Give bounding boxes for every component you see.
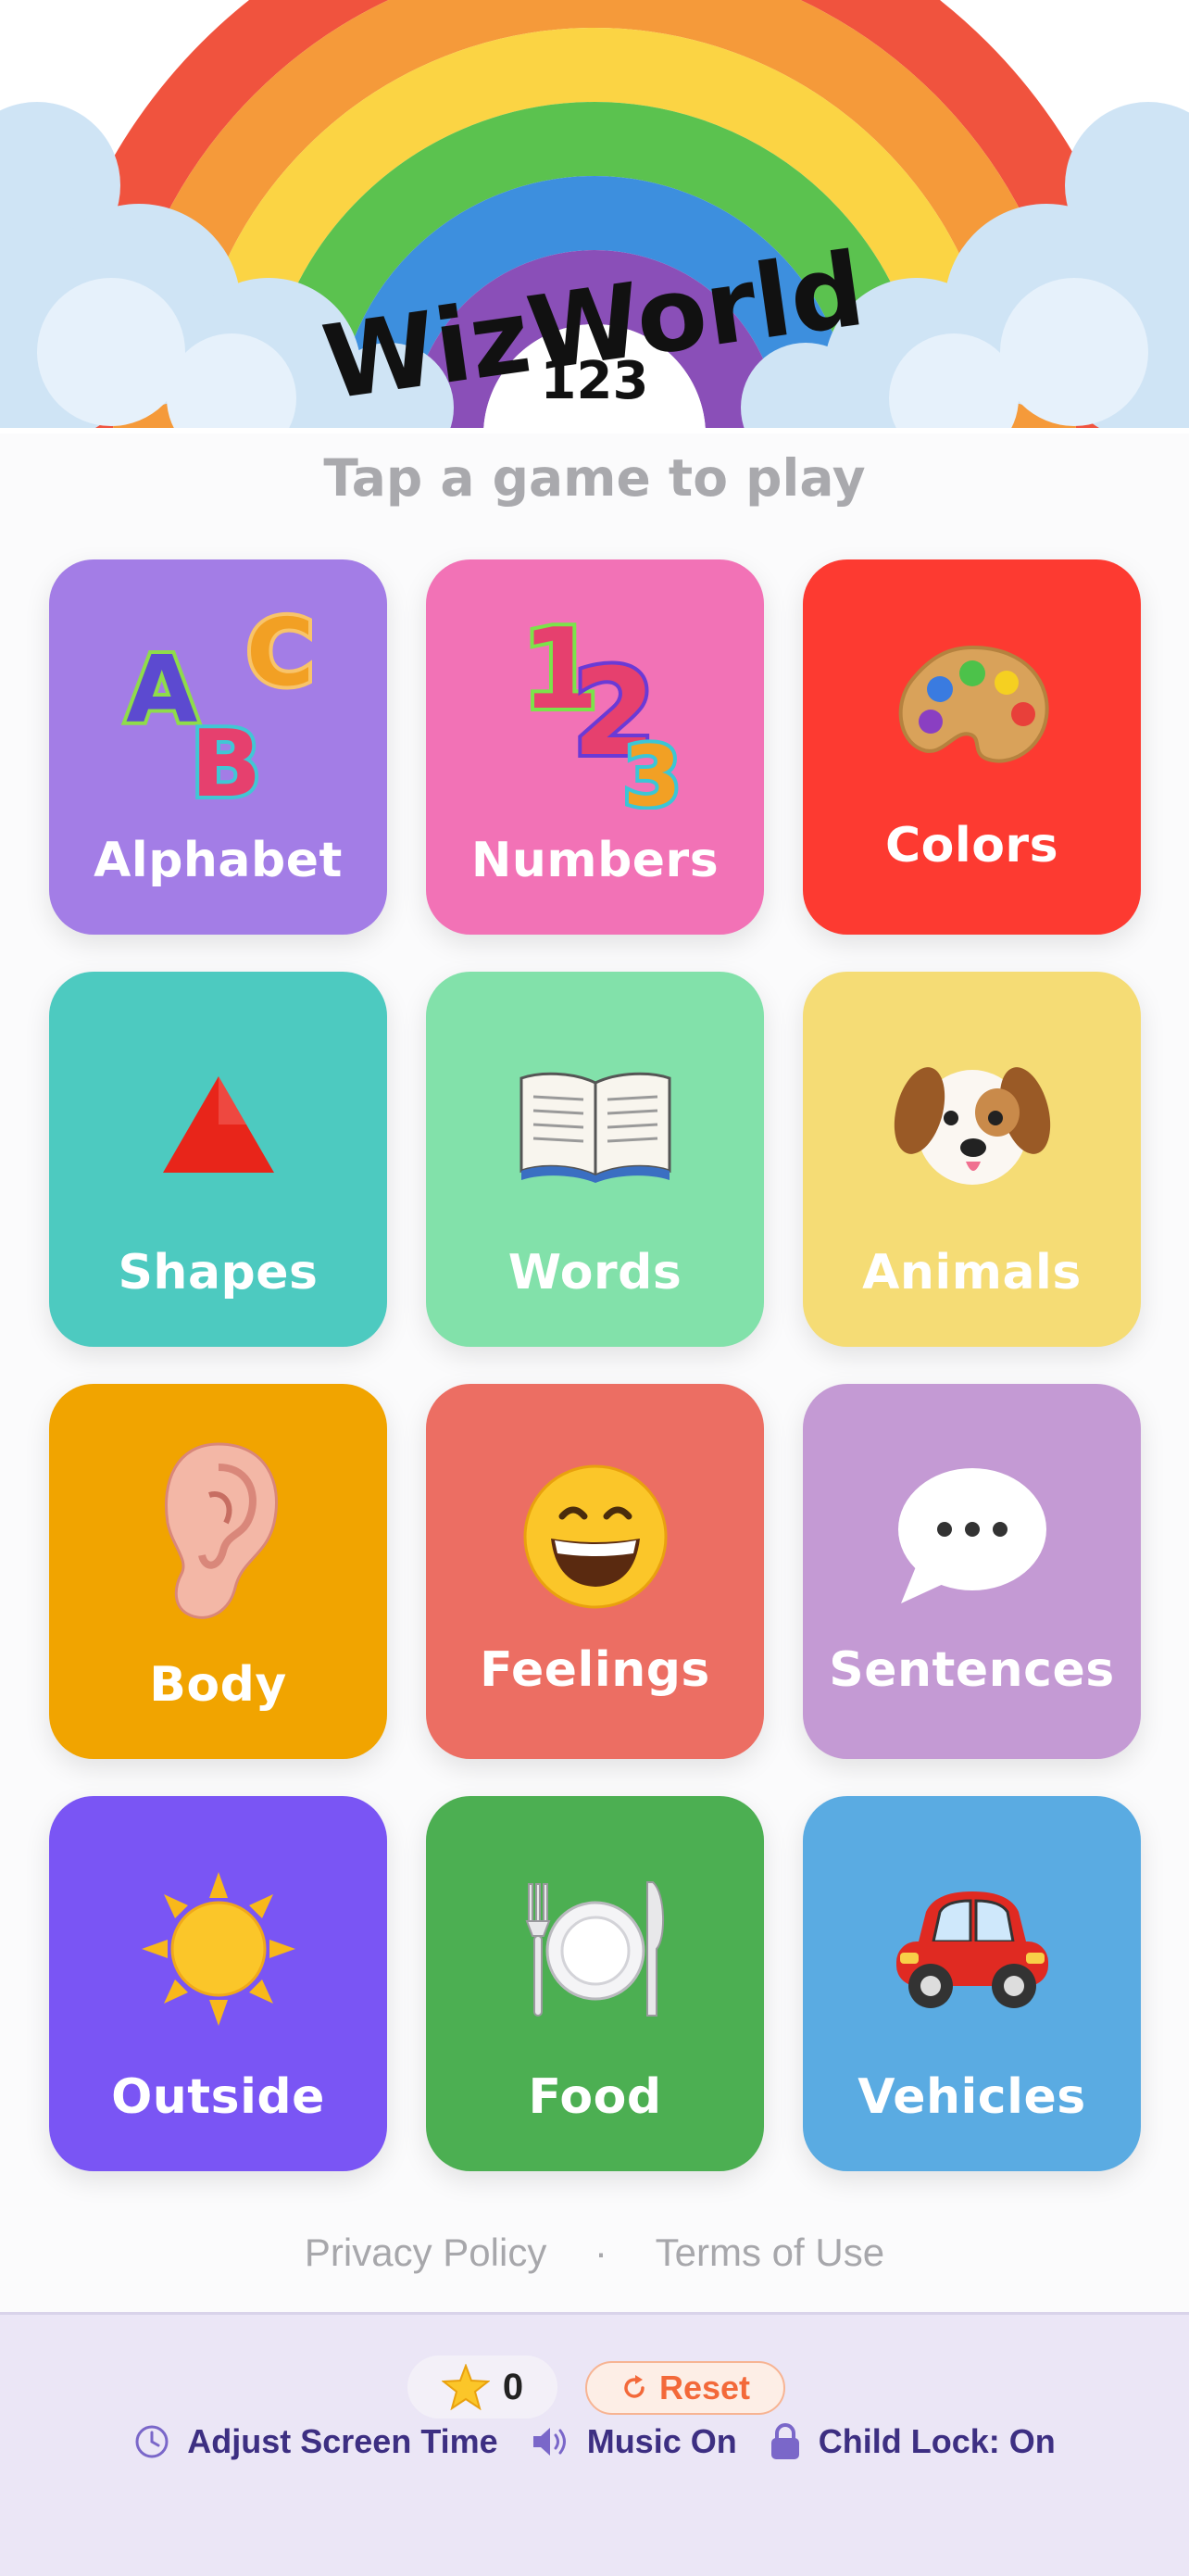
reset-label: Reset [658, 2369, 751, 2406]
lock-icon [770, 2423, 799, 2459]
refresh-icon [624, 2375, 645, 2398]
speaker-icon [532, 2428, 566, 2456]
privacy-policy-link[interactable]: Privacy Policy [305, 2230, 546, 2274]
parent-controls-footer: 0 Reset Adjust Screen Time Music On Chil… [0, 2312, 1189, 2576]
smiley-icon [426, 1458, 764, 1615]
game-label: Food [528, 2069, 662, 2125]
screen-time-label: Adjust Screen Time [187, 2422, 498, 2460]
game-tile-numbers[interactable]: 1 2 3 Numbers [426, 559, 764, 935]
game-tile-colors[interactable]: Colors [803, 559, 1141, 935]
svg-text:123: 123 [541, 351, 649, 411]
speech-bubble-icon [803, 1458, 1141, 1615]
game-label: Vehicles [857, 2069, 1086, 2125]
child-lock-label: Child Lock: On [818, 2422, 1056, 2460]
game-grid: A C B Alphabet 1 2 3 Numbers Colors Shap… [49, 559, 1142, 2171]
game-tile-shapes[interactable]: Shapes [49, 972, 387, 1347]
game-tile-vehicles[interactable]: Vehicles [803, 1796, 1141, 2171]
game-label: Outside [111, 2069, 325, 2125]
star-count: 0 [502, 2366, 524, 2407]
svg-text:3: 3 [623, 728, 682, 810]
terms-of-use-link[interactable]: Terms of Use [656, 2230, 884, 2274]
game-tile-sentences[interactable]: Sentences [803, 1384, 1141, 1759]
game-tile-outside[interactable]: Outside [49, 1796, 387, 2171]
game-label: Animals [862, 1245, 1082, 1301]
star-icon [441, 2364, 490, 2410]
page-subtitle: Tap a game to play [323, 448, 866, 508]
game-label: Body [149, 1657, 287, 1713]
game-tile-animals[interactable]: Animals [803, 972, 1141, 1347]
numbers-123-icon: 1 2 3 [426, 602, 764, 810]
game-tile-words[interactable]: Words [426, 972, 764, 1347]
parent-controls: Adjust Screen Time Music On Child Lock: … [0, 2422, 1189, 2461]
game-label: Numbers [470, 833, 720, 888]
game-label: Alphabet [94, 833, 343, 888]
game-tile-body[interactable]: Body [49, 1384, 387, 1759]
sun-icon [49, 1870, 387, 2028]
svg-text:B: B [191, 710, 261, 805]
header-banner: WizWorld 123 [0, 0, 1189, 434]
game-label: Shapes [118, 1245, 319, 1301]
abc-letters-icon: A C B [49, 601, 387, 805]
child-lock-toggle[interactable]: Child Lock: On [769, 2422, 1056, 2461]
star-counter: 0 [407, 2356, 557, 2419]
legal-links: Privacy Policy · Terms of Use [0, 2230, 1189, 2275]
book-icon [426, 1046, 764, 1203]
rainbow-logo: WizWorld 123 [0, 0, 1189, 434]
game-label: Words [507, 1245, 682, 1301]
svg-text:A: A [126, 635, 197, 744]
clock-icon [135, 2425, 169, 2458]
game-tile-food[interactable]: Food [426, 1796, 764, 2171]
game-label: Colors [884, 818, 1059, 873]
link-separator: · [594, 2230, 607, 2274]
palette-icon [803, 634, 1141, 791]
dog-icon [803, 1046, 1141, 1203]
svg-text:C: C [246, 601, 314, 707]
game-tile-alphabet[interactable]: A C B Alphabet [49, 559, 387, 935]
music-toggle[interactable]: Music On [530, 2422, 737, 2461]
music-label: Music On [586, 2422, 737, 2460]
plate-icon [426, 1870, 764, 2028]
game-label: Sentences [829, 1642, 1115, 1698]
game-tile-feelings[interactable]: Feelings [426, 1384, 764, 1759]
ear-icon [49, 1442, 387, 1619]
reset-button[interactable]: Reset [585, 2361, 785, 2415]
car-icon [803, 1870, 1141, 2028]
triangle-icon [49, 1046, 387, 1203]
adjust-screen-time-button[interactable]: Adjust Screen Time [133, 2422, 498, 2461]
game-label: Feelings [480, 1642, 710, 1698]
